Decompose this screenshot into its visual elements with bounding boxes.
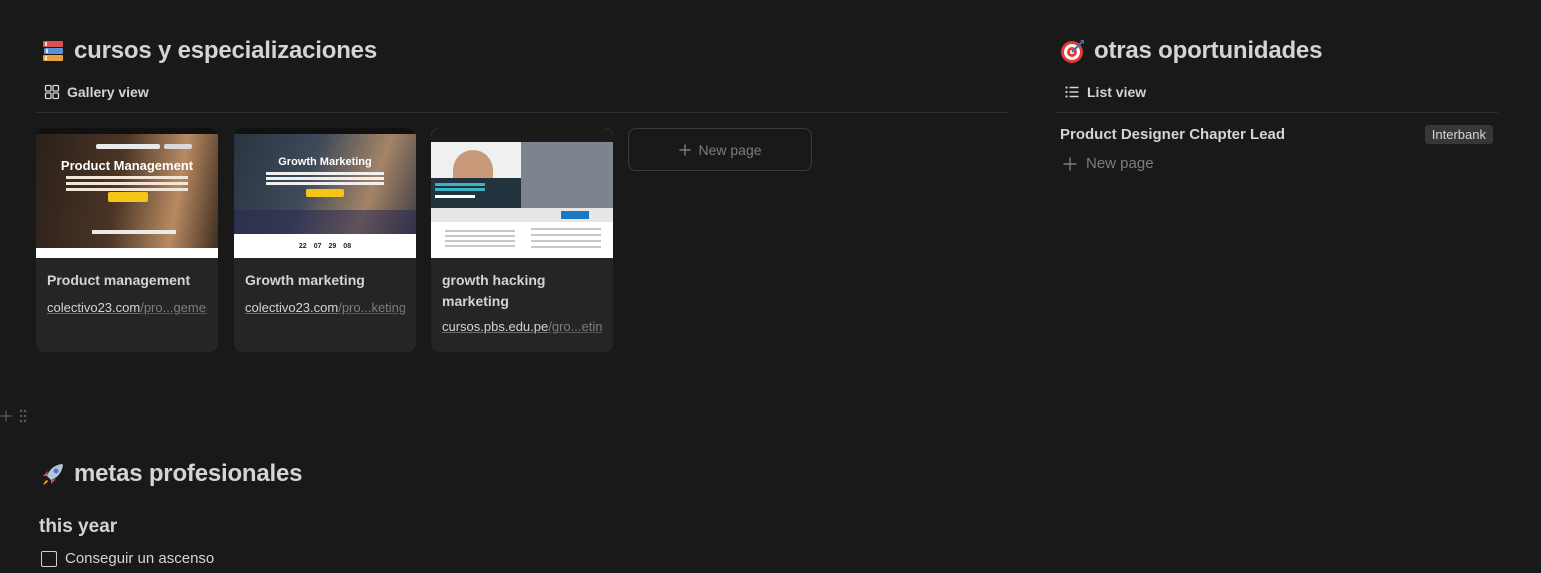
list-item-title: Product Designer Chapter Lead xyxy=(1060,125,1286,143)
card-url-link[interactable]: colectivo23.com/pro...keting xyxy=(245,300,405,315)
rocket-icon xyxy=(40,461,66,487)
plus-icon xyxy=(1063,157,1077,170)
view-divider xyxy=(36,112,1008,113)
gallery-view-tab[interactable]: Gallery view xyxy=(44,84,149,100)
books-icon xyxy=(40,38,66,64)
card-thumbnail xyxy=(431,128,613,258)
section-title-metas: metas profesionales xyxy=(40,460,302,488)
add-block-icon[interactable] xyxy=(0,409,12,423)
card-title: Product management xyxy=(47,272,191,288)
list-icon xyxy=(1065,86,1079,98)
gallery-card-product-management[interactable]: Product Management Product management co… xyxy=(36,128,218,352)
card-title: Growth marketing xyxy=(245,272,365,288)
section-title-oportunidades: otras oportunidades xyxy=(1060,37,1322,65)
block-handles xyxy=(0,408,28,424)
gallery-card-growth-marketing[interactable]: Growth Marketing 22 07 29 08 Growth mark… xyxy=(234,128,416,352)
gallery-card-growth-hacking[interactable]: growth hacking marketing cursos.pbs.edu.… xyxy=(431,128,613,352)
todo-checkbox[interactable] xyxy=(41,550,57,567)
card-url-link[interactable]: colectivo23.com/pro...gement xyxy=(47,300,207,315)
target-icon xyxy=(1060,38,1086,64)
list-item[interactable]: Product Designer Chapter Lead Interbank xyxy=(1060,122,1496,146)
drag-handle-icon[interactable] xyxy=(18,408,28,424)
plus-icon xyxy=(679,144,691,155)
card-thumbnail: Product Management xyxy=(36,128,218,258)
gallery-grid-icon xyxy=(44,84,60,100)
section-title-cursos: cursos y especializaciones xyxy=(40,37,377,65)
card-title: growth hacking marketing xyxy=(442,272,546,309)
card-url-link[interactable]: cursos.pbs.edu.pe/gro...eting/ xyxy=(442,319,602,334)
gallery-new-page-button[interactable]: New page xyxy=(628,128,812,171)
card-thumbnail: Growth Marketing 22 07 29 08 xyxy=(234,128,416,258)
list-view-tab[interactable]: List view xyxy=(1064,84,1146,100)
todo-label: Conseguir un ascenso xyxy=(65,550,215,567)
countdown: 22 07 29 08 xyxy=(234,234,416,258)
company-tag: Interbank xyxy=(1424,124,1493,144)
view-divider xyxy=(1056,112,1498,113)
list-new-page-button[interactable]: New page xyxy=(1062,155,1154,172)
subheading-this-year: this year xyxy=(39,516,118,537)
todo-item[interactable]: Conseguir un ascenso xyxy=(41,550,214,567)
